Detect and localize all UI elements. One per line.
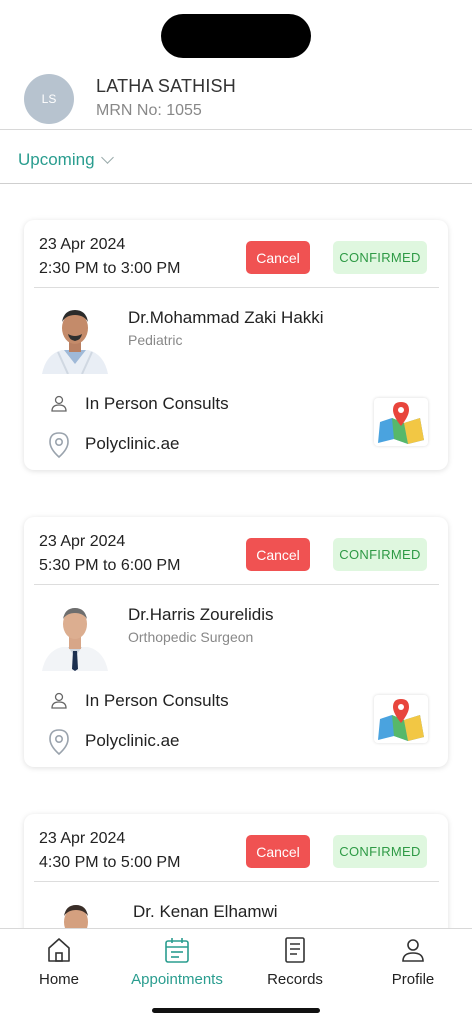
doctor-name: Dr.Harris Zourelidis <box>128 605 274 624</box>
appointment-card[interactable]: 23 Apr 2024 5:30 PM to 6:00 PM Cancel CO… <box>24 517 448 767</box>
appointment-date: 23 Apr 2024 <box>39 533 126 550</box>
doctor-name: Dr. Kenan Elhamwi <box>133 902 278 921</box>
doctor-name: Dr.Mohammad Zaki Hakki <box>128 308 324 327</box>
home-icon <box>48 938 70 962</box>
status-badge: CONFIRMED <box>333 241 427 274</box>
doctor-specialty: Pediatric <box>128 332 183 348</box>
nav-appointments[interactable]: Appointments <box>118 935 236 999</box>
nav-label: Appointments <box>131 971 223 988</box>
clinic-location: Polyclinic.ae <box>85 434 180 453</box>
profile-icon <box>402 939 424 962</box>
appointment-filter-dropdown[interactable]: Upcoming <box>18 150 114 170</box>
doctor-photo <box>38 599 112 671</box>
nav-label: Records <box>267 971 323 988</box>
location-pin-icon <box>49 729 69 756</box>
person-icon <box>51 692 67 709</box>
appointment-time: 5:30 PM to 6:00 PM <box>39 557 181 574</box>
person-icon <box>51 395 67 412</box>
nav-home[interactable]: Home <box>0 935 118 999</box>
clinic-location: Polyclinic.ae <box>85 731 180 750</box>
card-divider <box>34 584 439 585</box>
doctor-specialty: Orthopedic Surgeon <box>128 629 254 645</box>
nav-label: Home <box>38 971 79 988</box>
avatar[interactable]: LS <box>24 74 74 124</box>
patient-name: LATHA SATHISH <box>96 76 236 96</box>
patient-mrn: MRN No: 1055 <box>96 102 202 119</box>
status-badge: CONFIRMED <box>333 835 427 868</box>
appointment-date: 23 Apr 2024 <box>39 236 126 253</box>
home-indicator <box>152 1008 320 1013</box>
header-divider <box>0 129 472 130</box>
card-divider <box>34 287 439 288</box>
chevron-down-icon <box>100 151 114 164</box>
appointment-date: 23 Apr 2024 <box>39 830 126 847</box>
card-divider <box>34 881 439 882</box>
map-icon[interactable] <box>374 695 428 743</box>
appointment-time: 2:30 PM to 3:00 PM <box>39 260 181 277</box>
consult-type: In Person Consults <box>85 691 229 710</box>
records-icon <box>285 937 305 963</box>
status-badge: CONFIRMED <box>333 538 427 571</box>
cancel-button[interactable]: Cancel <box>246 835 310 868</box>
cancel-button[interactable]: Cancel <box>246 538 310 571</box>
consult-type: In Person Consults <box>85 394 229 413</box>
filter-label: Upcoming <box>18 150 95 169</box>
appointment-card[interactable]: 23 Apr 2024 2:30 PM to 3:00 PM Cancel CO… <box>24 220 448 470</box>
location-pin-icon <box>49 432 69 459</box>
filter-divider <box>0 183 472 184</box>
patient-header: LS LATHA SATHISH MRN No: 1055 <box>0 70 472 130</box>
doctor-photo <box>38 302 112 374</box>
appointment-time: 4:30 PM to 5:00 PM <box>39 854 181 871</box>
map-icon[interactable] <box>374 398 428 446</box>
cancel-button[interactable]: Cancel <box>246 241 310 274</box>
device-notch <box>161 14 311 58</box>
nav-label: Profile <box>391 971 435 988</box>
nav-records[interactable]: Records <box>236 935 354 999</box>
nav-profile[interactable]: Profile <box>354 935 472 999</box>
calendar-icon <box>165 938 189 963</box>
